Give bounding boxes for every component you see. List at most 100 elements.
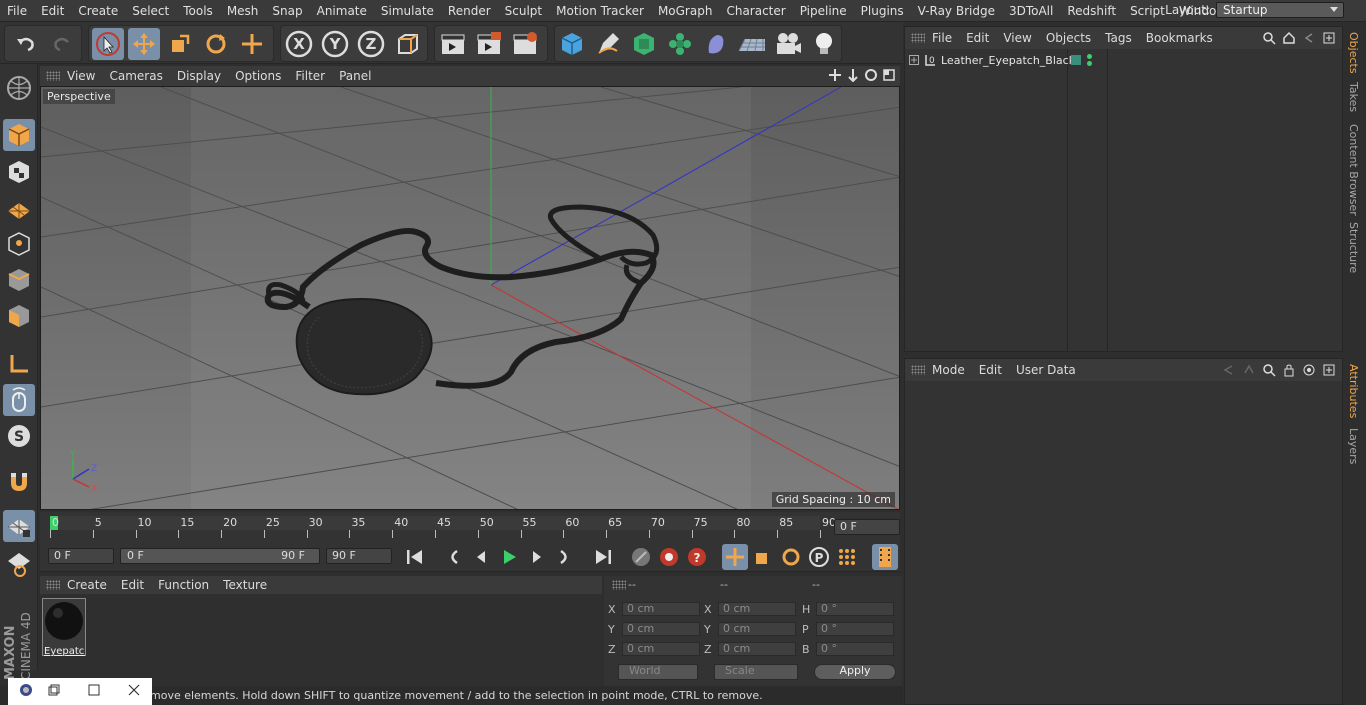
tab-content-browser[interactable]: Content Browser xyxy=(1347,124,1360,216)
rotate-button[interactable] xyxy=(200,28,232,60)
camera-button[interactable] xyxy=(772,28,804,60)
objects-menu-edit[interactable]: Edit xyxy=(959,31,996,45)
transform-button[interactable] xyxy=(236,28,268,60)
workplane-mode-button[interactable] xyxy=(3,192,35,224)
play-button[interactable] xyxy=(496,544,522,570)
expand-icon[interactable] xyxy=(909,55,919,65)
tab-objects[interactable]: Objects xyxy=(1347,32,1360,74)
zoom-icon[interactable] xyxy=(846,68,860,82)
workplane-lock-button[interactable] xyxy=(3,510,35,542)
menu-tools[interactable]: Tools xyxy=(176,0,220,22)
orbit-icon[interactable] xyxy=(864,68,878,82)
live-selection-button[interactable] xyxy=(92,28,124,60)
menu-animate[interactable]: Animate xyxy=(310,0,374,22)
viewport-menu-filter[interactable]: Filter xyxy=(288,69,332,83)
coord-field[interactable]: 0 cm xyxy=(718,602,796,616)
material-eyepatch[interactable]: Eyepatcl xyxy=(42,598,86,657)
render-settings-button[interactable] xyxy=(509,28,541,60)
record-keys-button[interactable] xyxy=(628,544,654,570)
z-axis-button[interactable]: Z xyxy=(355,28,387,60)
y-axis-button[interactable]: Y xyxy=(319,28,351,60)
objects-menu-bookmarks[interactable]: Bookmarks xyxy=(1139,31,1220,45)
previous-key-button[interactable] xyxy=(440,544,466,570)
search-icon[interactable] xyxy=(1262,31,1276,45)
home-icon[interactable] xyxy=(1282,31,1296,45)
lock-icon[interactable] xyxy=(1282,363,1296,377)
subdivision-button[interactable] xyxy=(628,28,660,60)
coord-field[interactable]: 0 ° xyxy=(816,602,894,616)
menu-v-ray-bridge[interactable]: V-Ray Bridge xyxy=(911,0,1002,22)
coord-field[interactable]: 0 cm xyxy=(622,642,700,656)
search-icon[interactable] xyxy=(1262,363,1276,377)
autokey-button[interactable] xyxy=(656,544,682,570)
arrow-up-icon[interactable] xyxy=(1242,363,1256,377)
scale-button[interactable] xyxy=(164,28,196,60)
material-menu-texture[interactable]: Texture xyxy=(216,578,274,592)
solo-button[interactable]: S xyxy=(3,420,35,452)
target-icon[interactable] xyxy=(1302,363,1316,377)
floor-button[interactable] xyxy=(736,28,768,60)
end-frame-field[interactable]: 90 F xyxy=(326,548,392,564)
size-mode-dropdown[interactable]: Scale xyxy=(714,664,798,680)
pan-icon[interactable] xyxy=(828,68,842,82)
new-window-icon[interactable] xyxy=(1322,31,1336,45)
go-to-end-button[interactable] xyxy=(590,544,616,570)
menu-file[interactable]: File xyxy=(0,0,34,22)
points-mode-button[interactable] xyxy=(3,228,35,260)
object-row[interactable]: 0 Leather_Eyepatch_Black xyxy=(909,53,1075,67)
menu-snap[interactable]: Snap xyxy=(265,0,309,22)
texture-mode-button[interactable] xyxy=(3,156,35,188)
deformer-button[interactable] xyxy=(700,28,732,60)
start-frame-field[interactable]: 0 F xyxy=(48,548,114,564)
coord-field[interactable]: 0 cm xyxy=(622,622,700,636)
edges-mode-button[interactable] xyxy=(3,264,35,296)
undo-button[interactable] xyxy=(10,28,42,60)
timeline-ruler[interactable]: 0 5 10 15 20 25 30 35 40 45 50 55 60 65 70 75 80 85 90 0 F xyxy=(40,512,900,542)
coord-field[interactable]: 0 cm xyxy=(718,622,796,636)
point-level-key-button[interactable] xyxy=(834,544,860,570)
tab-takes[interactable]: Takes xyxy=(1347,82,1360,112)
go-to-start-button[interactable] xyxy=(402,544,428,570)
back-icon[interactable] xyxy=(1302,31,1316,45)
maximize-icon[interactable] xyxy=(882,68,896,82)
restore-icon[interactable] xyxy=(36,684,72,699)
render-view-button[interactable] xyxy=(437,28,469,60)
perspective-viewport[interactable]: Y Z X Perspective Grid Spacing : 10 cm xyxy=(40,86,900,510)
viewport-menu-display[interactable]: Display xyxy=(170,69,228,83)
next-key-button[interactable] xyxy=(552,544,578,570)
material-menu-edit[interactable]: Edit xyxy=(114,578,151,592)
frame-range-slider[interactable]: 0 F 90 F xyxy=(120,548,320,564)
axis-mode-button[interactable] xyxy=(3,348,35,380)
viewport-menu-view[interactable]: View xyxy=(60,69,102,83)
viewport-camera-label[interactable]: Perspective xyxy=(43,89,115,104)
objects-menu-view[interactable]: View xyxy=(996,31,1038,45)
pen-button[interactable] xyxy=(592,28,624,60)
light-button[interactable] xyxy=(808,28,840,60)
menu-edit[interactable]: Edit xyxy=(34,0,71,22)
menu-plugins[interactable]: Plugins xyxy=(854,0,911,22)
layout-dropdown[interactable]: Startup xyxy=(1216,2,1344,18)
next-frame-button[interactable] xyxy=(524,544,550,570)
menu-motion-tracker[interactable]: Motion Tracker xyxy=(549,0,651,22)
tab-attributes[interactable]: Attributes xyxy=(1347,364,1360,418)
new-window-icon[interactable] xyxy=(1322,363,1336,377)
viewport-menu-cameras[interactable]: Cameras xyxy=(102,69,169,83)
menu-simulate[interactable]: Simulate xyxy=(374,0,441,22)
viewport-menu-panel[interactable]: Panel xyxy=(332,69,378,83)
layer-color-tag[interactable] xyxy=(1071,55,1081,65)
current-frame-field[interactable]: 0 F xyxy=(834,519,900,535)
material-menu-function[interactable]: Function xyxy=(151,578,216,592)
viewport-menu-options[interactable]: Options xyxy=(228,69,288,83)
material-menu-create[interactable]: Create xyxy=(60,578,114,592)
redo-button[interactable] xyxy=(46,28,78,60)
menu-sculpt[interactable]: Sculpt xyxy=(498,0,549,22)
objects-menu-objects[interactable]: Objects xyxy=(1039,31,1098,45)
menu-3dtoall[interactable]: 3DToAll xyxy=(1002,0,1060,22)
object-name[interactable]: Leather_Eyepatch_Black xyxy=(941,54,1075,67)
tab-layers[interactable]: Layers xyxy=(1347,428,1360,464)
coord-field[interactable]: 0 cm xyxy=(718,642,796,656)
arrow-left-icon[interactable] xyxy=(1222,363,1236,377)
keyframe-selection-button[interactable]: ? xyxy=(684,544,710,570)
render-picture-viewer-button[interactable] xyxy=(473,28,505,60)
previous-frame-button[interactable] xyxy=(468,544,494,570)
